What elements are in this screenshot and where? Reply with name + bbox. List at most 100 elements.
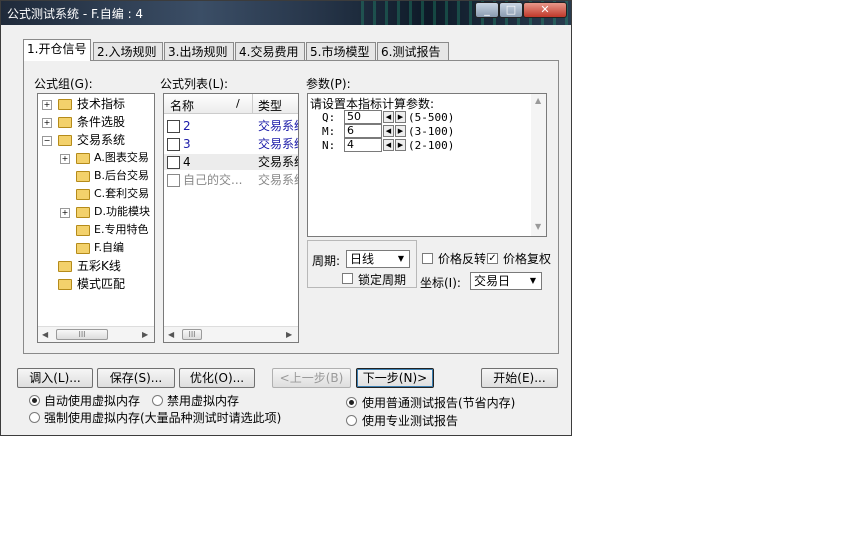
period-select[interactable]: 日线 ▼: [346, 250, 410, 268]
formula-group-tree[interactable]: + 技术指标 + 条件选股 − 交易系统 + A.图表交易 B.后台交易 C.套…: [37, 93, 155, 343]
param-m-increment[interactable]: ▶: [395, 125, 406, 137]
disable-virtual-memory-label: 禁用虚拟内存: [167, 394, 240, 408]
param-q-input[interactable]: 50: [344, 110, 382, 124]
title-bar[interactable]: 公式测试系统 - F.自编 : 4 _ □ ✕: [1, 1, 571, 25]
coord-select[interactable]: 交易日 ▼: [470, 272, 542, 290]
scroll-right-icon[interactable]: ▶: [286, 330, 292, 339]
param-n-input[interactable]: 4: [344, 138, 382, 152]
formula-type: 交易系统: [258, 155, 298, 169]
lock-period-checkbox[interactable]: [342, 273, 353, 284]
formula-type: 交易系统: [258, 119, 298, 133]
scroll-left-icon[interactable]: ◀: [42, 330, 48, 339]
list-item-selected[interactable]: 4 交易系统: [164, 154, 298, 170]
normal-report-radio[interactable]: [346, 397, 357, 408]
expand-icon[interactable]: +: [60, 154, 70, 164]
disable-virtual-memory-radio[interactable]: [152, 395, 163, 406]
params-label: 参数(P):: [306, 77, 351, 91]
scroll-down-icon[interactable]: ▼: [535, 222, 541, 231]
param-q-increment[interactable]: ▶: [395, 111, 406, 123]
prev-button[interactable]: <上一步(B): [272, 368, 351, 388]
price-reverse-checkbox[interactable]: [422, 253, 433, 264]
tree-item-label: A.图表交易: [94, 151, 149, 164]
tree-item-label: E.专用特色: [94, 223, 149, 236]
next-button[interactable]: 下一步(N)>: [356, 368, 434, 388]
tab-test-report[interactable]: 6.测试报告: [377, 42, 449, 61]
tab-open-signal[interactable]: 1.开仓信号: [23, 39, 91, 61]
tab-exit-rules[interactable]: 3.出场规则: [164, 42, 234, 61]
param-n-range: (2-100): [408, 139, 455, 152]
folder-open-icon: [58, 135, 72, 146]
folder-icon: [58, 279, 72, 290]
normal-report-label: 使用普通测试报告(节省内存): [362, 396, 516, 410]
close-button[interactable]: ✕: [523, 2, 567, 18]
scroll-thumb[interactable]: III: [182, 329, 202, 340]
formula-list-label: 公式列表(L):: [160, 77, 229, 91]
chevron-down-icon[interactable]: ▼: [394, 252, 408, 266]
expand-icon[interactable]: +: [60, 208, 70, 218]
param-m-name: M:: [322, 125, 336, 138]
list-item[interactable]: 2 交易系统: [164, 118, 298, 134]
param-n-increment[interactable]: ▶: [395, 139, 406, 151]
tree-item-label: 五彩K线: [77, 259, 121, 273]
pro-report-radio[interactable]: [346, 415, 357, 426]
scroll-up-icon[interactable]: ▲: [535, 96, 541, 105]
list-header: 名称 / 类型: [164, 94, 298, 114]
scroll-left-icon[interactable]: ◀: [168, 330, 174, 339]
tree-item-label: C.套利交易: [94, 187, 150, 200]
maximize-button[interactable]: □: [499, 2, 523, 18]
expand-icon[interactable]: +: [42, 118, 52, 128]
column-divider: [252, 94, 253, 114]
folder-icon: [76, 207, 90, 218]
horizontal-scrollbar[interactable]: ◀ III ▶: [164, 326, 298, 342]
param-m-decrement[interactable]: ◀: [383, 125, 394, 137]
tab-panel: 公式组(G): + 技术指标 + 条件选股 − 交易系统 + A.图表交易 B.…: [23, 60, 559, 354]
tab-trade-fees[interactable]: 4.交易费用: [235, 42, 305, 61]
folder-icon: [76, 225, 90, 236]
list-item[interactable]: 3 交易系统: [164, 136, 298, 152]
param-m-input[interactable]: 6: [344, 124, 382, 138]
param-n-decrement[interactable]: ◀: [383, 139, 394, 151]
param-q-range: (5-500): [408, 111, 455, 124]
save-button[interactable]: 保存(S)...: [97, 368, 175, 388]
param-q-decrement[interactable]: ◀: [383, 111, 394, 123]
chevron-down-icon[interactable]: ▼: [526, 274, 540, 288]
price-adjust-checkbox[interactable]: ✓: [487, 253, 498, 264]
tree-item-label: 模式匹配: [77, 277, 126, 291]
formula-list[interactable]: 名称 / 类型 2 交易系统 3 交易系统 4 交易系统: [163, 93, 299, 343]
tab-market-model[interactable]: 5.市场模型: [306, 42, 376, 61]
list-item[interactable]: 自己的交... 交易系统: [164, 172, 298, 188]
formula-type: 交易系统: [258, 137, 298, 151]
start-button[interactable]: 开始(E)...: [481, 368, 558, 388]
formula-icon: [167, 138, 180, 151]
param-n-name: N:: [322, 139, 336, 152]
auto-virtual-memory-label: 自动使用虚拟内存: [44, 394, 141, 408]
tree-item-label: B.后台交易: [94, 169, 150, 182]
tab-entry-rules[interactable]: 2.入场规则: [93, 42, 163, 61]
collapse-icon[interactable]: −: [42, 136, 52, 146]
folder-icon: [76, 171, 90, 182]
period-label: 周期:: [312, 254, 341, 268]
vertical-scrollbar[interactable]: ▲ ▼: [531, 94, 546, 236]
formula-icon: [167, 120, 180, 133]
load-button[interactable]: 调入(L)...: [17, 368, 93, 388]
tree-item-label: 交易系统: [77, 133, 126, 147]
formula-name: 4: [183, 155, 191, 169]
scroll-thumb[interactable]: III: [56, 329, 108, 340]
horizontal-scrollbar[interactable]: ◀ III ▶: [38, 326, 154, 342]
force-virtual-memory-radio[interactable]: [29, 412, 40, 423]
minimize-button[interactable]: _: [475, 2, 499, 18]
price-reverse-label: 价格反转: [438, 252, 487, 266]
tree-item-label: F.自编: [94, 241, 125, 254]
tree-item-label: 条件选股: [77, 115, 126, 129]
price-adjust-label: 价格复权: [503, 252, 552, 266]
column-type[interactable]: 类型: [258, 97, 282, 114]
optimize-button[interactable]: 优化(O)...: [179, 368, 255, 388]
force-virtual-memory-label: 强制使用虚拟内存(大量品种测试时请选此项): [44, 411, 282, 425]
column-name[interactable]: 名称: [170, 97, 194, 114]
auto-virtual-memory-radio[interactable]: [29, 395, 40, 406]
folder-icon: [58, 261, 72, 272]
params-box: 请设置本指标计算参数: Q: 50 ◀ ▶ (5-500) M: 6 ◀ ▶ (…: [307, 93, 547, 237]
expand-icon[interactable]: +: [42, 100, 52, 110]
formula-icon: [167, 156, 180, 169]
scroll-right-icon[interactable]: ▶: [142, 330, 148, 339]
